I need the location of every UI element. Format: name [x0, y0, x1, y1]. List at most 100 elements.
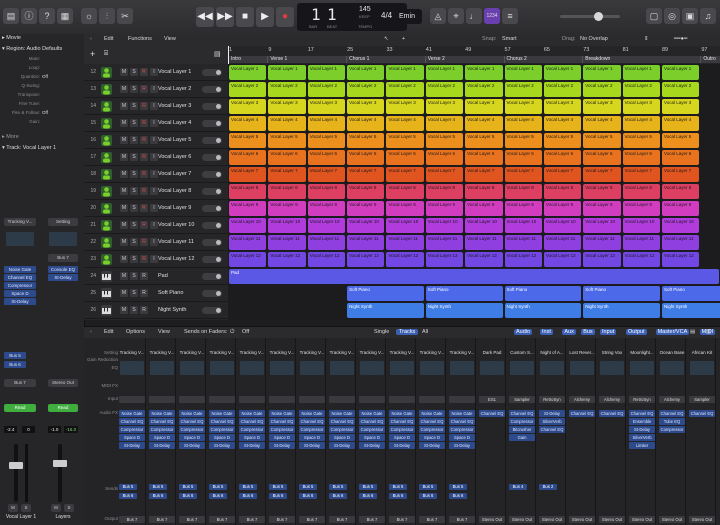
- audio-region[interactable]: Vocal Layer 9: [268, 201, 306, 216]
- audio-region[interactable]: Vocal Layer 6: [229, 150, 267, 165]
- track-header[interactable]: 15 M S R I Vocal Layer 4: [84, 115, 228, 132]
- track-record-button[interactable]: R: [140, 187, 148, 195]
- channel-strip-setting[interactable]: Tracking V...: [448, 350, 476, 355]
- channel-strip-plugin[interactable]: SilverVerb: [629, 434, 655, 441]
- audio-region[interactable]: Vocal Layer 4: [347, 116, 385, 131]
- track-mute-button[interactable]: M: [120, 136, 128, 144]
- track-input-button[interactable]: I: [150, 221, 158, 229]
- pointer-tool-icon[interactable]: ↖: [384, 36, 389, 42]
- channel-strip-plugin[interactable]: St-Delay: [389, 442, 415, 449]
- track-solo-button[interactable]: S: [130, 85, 138, 93]
- channel-strip-send[interactable]: Bus 4: [509, 484, 527, 490]
- channel-strip-eq[interactable]: [180, 361, 204, 375]
- channel-strip-plugin[interactable]: Space D: [119, 434, 145, 441]
- channel-strip-plugin[interactable]: Compressor: [359, 426, 385, 433]
- audio-region[interactable]: Vocal Layer 11: [465, 235, 503, 250]
- drag-value[interactable]: No Overlap: [580, 36, 608, 42]
- channel-strip-setting[interactable]: Tracking V...: [148, 350, 176, 355]
- audio-region[interactable]: Vocal Layer 11: [504, 235, 542, 250]
- channel-strip-output[interactable]: Bus 7: [419, 516, 445, 523]
- audio-region[interactable]: Vocal Layer 2: [347, 82, 385, 97]
- channel-strip-send[interactable]: Bus 5: [209, 484, 227, 490]
- channel-strip[interactable]: African Kit Sampler Channel EQ Stereo Out: [688, 338, 716, 525]
- track-header[interactable]: 20 M S R I Vocal Layer 9: [84, 200, 228, 217]
- channel-strip-output[interactable]: Stereo Out: [479, 516, 505, 523]
- channel-strip-input[interactable]: [119, 396, 145, 403]
- track-solo-button[interactable]: S: [130, 136, 138, 144]
- track-header[interactable]: 21 M S R I Vocal Layer 10: [84, 217, 228, 234]
- audio-region[interactable]: Vocal Layer 3: [465, 99, 503, 114]
- audio-region[interactable]: Vocal Layer 8: [425, 184, 464, 199]
- channel-strip-plugin[interactable]: St-Delay: [539, 410, 565, 417]
- channel-strip-plugin[interactable]: Noise Gate: [329, 410, 355, 417]
- right-strip-automation[interactable]: Read: [48, 404, 78, 412]
- audio-region[interactable]: Vocal Layer 10: [229, 218, 267, 233]
- track-input-button[interactable]: I: [150, 153, 158, 161]
- track-solo-button[interactable]: S: [130, 289, 138, 297]
- back-icon[interactable]: ‹: [90, 36, 92, 42]
- audio-region[interactable]: Vocal Layer 11: [583, 235, 621, 250]
- channel-strip-eq[interactable]: [540, 361, 564, 375]
- left-strip-solo[interactable]: S: [21, 504, 31, 512]
- audio-region[interactable]: Vocal Layer 8: [583, 184, 621, 199]
- channel-strip[interactable]: Moonlight... RetroSyn Channel EQ Ensemble St…: [628, 338, 656, 525]
- channel-strip-instrument[interactable]: RetroSyn: [539, 396, 565, 403]
- channel-strip-send[interactable]: Bus 5: [239, 484, 257, 490]
- audio-region[interactable]: Vocal Layer 12: [583, 252, 621, 267]
- audio-region[interactable]: Vocal Layer 10: [307, 218, 346, 233]
- channel-strip-setting[interactable]: Ocean Base: [658, 350, 686, 355]
- channel-strip[interactable]: Tracking V... Noise Gate Channel EQ Compres…: [118, 338, 146, 525]
- channel-strip-eq[interactable]: [120, 361, 144, 375]
- channel-strip-plugin[interactable]: Channel EQ: [689, 410, 715, 417]
- channel-strip-plugin[interactable]: Channel EQ: [329, 418, 355, 425]
- channel-strip-plugin[interactable]: Compressor: [389, 426, 415, 433]
- channel-strip-send[interactable]: Bus 6: [269, 493, 287, 499]
- channel-strip-plugin[interactable]: Compressor: [269, 426, 295, 433]
- loops-icon[interactable]: ◎: [664, 8, 680, 24]
- audio-region[interactable]: Vocal Layer 5: [465, 133, 503, 148]
- mixer-filter-button[interactable]: Bus: [581, 329, 595, 335]
- channel-strip[interactable]: Tracking V... Noise Gate Channel EQ Compres…: [448, 338, 476, 525]
- channel-strip-input[interactable]: [269, 396, 295, 403]
- channel-strip[interactable]: Tracking V... Noise Gate Channel EQ Compres…: [208, 338, 236, 525]
- sends-on-faders-value[interactable]: Off: [242, 329, 249, 335]
- audio-region[interactable]: Vocal Layer 12: [504, 252, 542, 267]
- channel-strip-plugin[interactable]: Bitcrusher: [509, 426, 535, 433]
- midi-region[interactable]: Soft Piano: [347, 286, 424, 301]
- record-button[interactable]: ●: [276, 7, 294, 27]
- channel-strip-plugin[interactable]: Gain: [509, 434, 535, 441]
- channel-strip-send[interactable]: Bus 6: [119, 493, 137, 499]
- media-icon[interactable]: ♫: [700, 8, 716, 24]
- track-input-button[interactable]: I: [150, 136, 158, 144]
- channel-strip-eq[interactable]: [240, 361, 264, 375]
- audio-region[interactable]: Vocal Layer 11: [268, 235, 306, 250]
- channel-strip-input[interactable]: [299, 396, 325, 403]
- audio-region[interactable]: Vocal Layer 7: [465, 167, 503, 182]
- channel-strip-send[interactable]: Bus 2: [539, 484, 557, 490]
- channel-strip-plugin[interactable]: Channel EQ: [269, 418, 295, 425]
- left-strip-output[interactable]: Bus 7: [4, 379, 36, 387]
- audio-region[interactable]: Vocal Layer 9: [229, 201, 267, 216]
- channel-strip-plugin[interactable]: Tube EQ: [659, 418, 685, 425]
- mixer-filter-button[interactable]: Output: [626, 329, 647, 335]
- channel-strip-plugin[interactable]: SilverVerb: [539, 418, 565, 425]
- channel-strip-plugin[interactable]: Channel EQ: [569, 410, 595, 417]
- audio-region[interactable]: Vocal Layer 9: [504, 201, 542, 216]
- channel-strip-plugin[interactable]: Channel EQ: [539, 426, 565, 433]
- track-solo-button[interactable]: S: [130, 204, 138, 212]
- channel-strip-output[interactable]: Bus 7: [359, 516, 385, 523]
- channel-strip-plugin[interactable]: St-Delay: [149, 442, 175, 449]
- channel-strip-plugin[interactable]: Noise Gate: [209, 410, 235, 417]
- channel-strip[interactable]: Tracking V... Noise Gate Channel EQ Compres…: [358, 338, 386, 525]
- channel-strip-plugin[interactable]: St-Delay: [449, 442, 475, 449]
- channel-strip-plugin[interactable]: Noise Gate: [389, 410, 415, 417]
- channel-strip-instrument[interactable]: Alchemy: [569, 396, 595, 403]
- play-button[interactable]: ▶: [256, 7, 274, 27]
- smart-controls-icon[interactable]: ☼: [81, 8, 97, 24]
- library-icon[interactable]: ▤: [3, 8, 19, 24]
- audio-region[interactable]: Vocal Layer 2: [504, 82, 542, 97]
- audio-region[interactable]: Vocal Layer 1: [347, 65, 385, 80]
- track-record-button[interactable]: R: [140, 289, 148, 297]
- track-solo-button[interactable]: S: [130, 272, 138, 280]
- right-strip-plugin[interactable]: St-Delay: [48, 274, 78, 281]
